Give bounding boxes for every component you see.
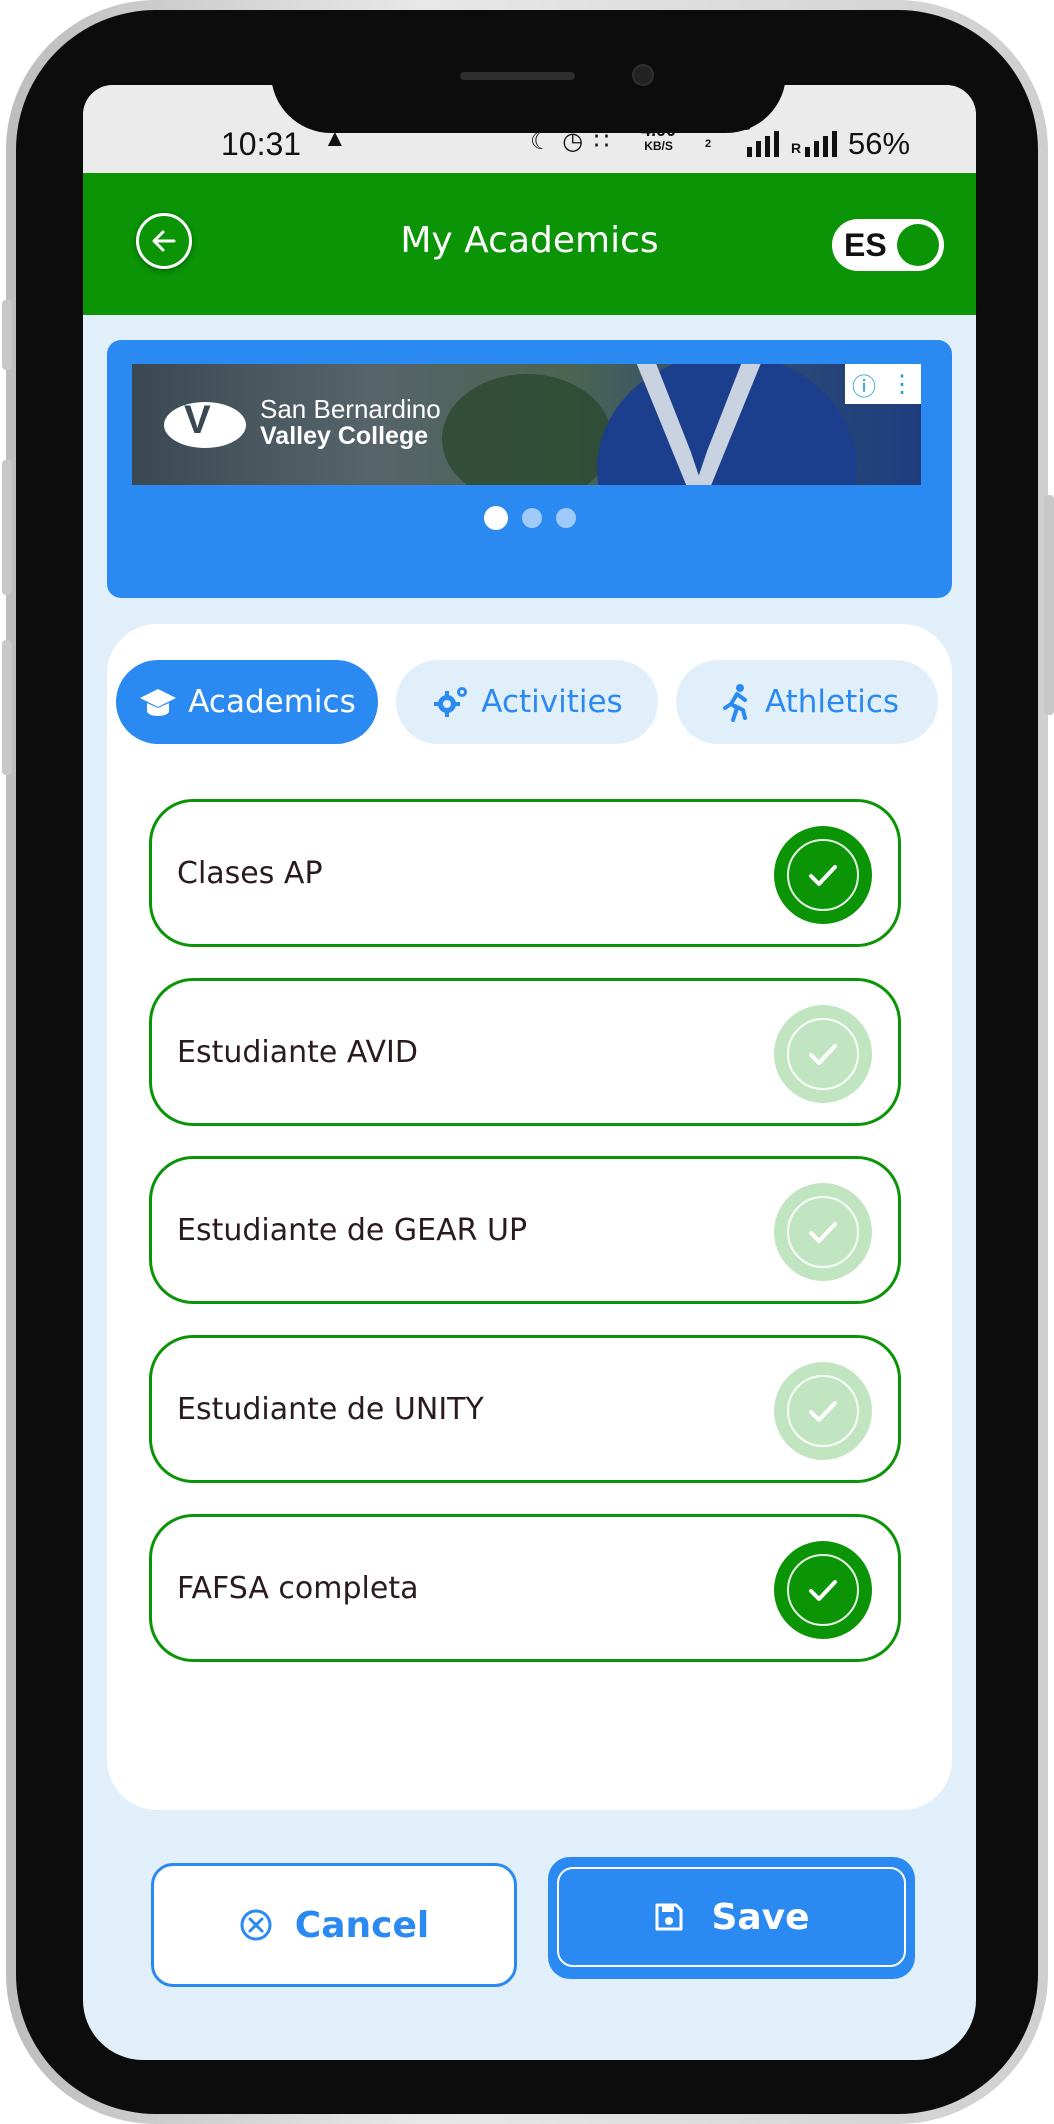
banner-photo-trees	[442, 374, 612, 485]
list-item-unity[interactable]: Estudiante de UNITY	[149, 1335, 901, 1483]
list-item-avid[interactable]: Estudiante AVID	[149, 978, 901, 1126]
check-icon	[787, 1375, 859, 1447]
tab-academics[interactable]: Academics	[116, 660, 378, 744]
academics-card: Academics Activities Athletics Clases AP…	[107, 624, 952, 1810]
phone-frame: 10:31 ▲ ☾ ◷ ∷ 4.00 KB/S VoLTE2 5G R 56%	[2, 0, 1054, 2124]
save-button-label: Save	[711, 1896, 810, 1938]
side-button	[2, 300, 12, 370]
list-item-ap-classes[interactable]: Clases AP	[149, 799, 901, 947]
check-icon	[787, 1196, 859, 1268]
info-icon[interactable]: ⓘ	[852, 367, 876, 402]
floppy-disk-icon	[655, 1903, 683, 1931]
front-camera	[632, 64, 654, 86]
college-name-line1: San Bernardino	[260, 394, 441, 424]
banner-ad-image[interactable]: V V San Bernardino Valley College ⓘ ⋮	[132, 364, 921, 485]
check-icon	[787, 1554, 859, 1626]
cancel-circle-icon	[240, 1909, 272, 1941]
notch	[271, 73, 786, 133]
running-person-icon	[722, 684, 747, 722]
college-logo-v: V	[184, 398, 211, 442]
list-item-gear-up[interactable]: Estudiante de GEAR UP	[149, 1156, 901, 1304]
tab-academics-label: Academics	[188, 684, 356, 720]
carousel-dot[interactable]	[521, 508, 542, 528]
carousel-indicators	[107, 506, 952, 530]
tab-activities[interactable]: Activities	[396, 660, 658, 744]
tab-activities-label: Activities	[481, 684, 623, 720]
side-button	[2, 460, 12, 595]
app-header: My Academics ES	[83, 173, 976, 315]
signal-strength-icon	[747, 131, 779, 157]
banner-carousel[interactable]: V V San Bernardino Valley College ⓘ ⋮	[107, 340, 952, 598]
carousel-dot[interactable]	[555, 508, 576, 528]
signal-strength-icon	[805, 131, 837, 157]
side-button	[2, 640, 12, 775]
cancel-button-label: Cancel	[294, 1904, 430, 1946]
language-toggle-label: ES	[844, 227, 887, 263]
toggle-knob	[897, 224, 939, 266]
list-item-label: Estudiante de UNITY	[177, 1392, 484, 1427]
checkmark-toggle[interactable]	[774, 826, 872, 924]
list-item-fafsa[interactable]: FAFSA completa	[149, 1514, 901, 1662]
list-item-label: Estudiante de GEAR UP	[177, 1213, 528, 1248]
check-icon	[787, 839, 859, 911]
side-button	[1044, 495, 1054, 715]
checkmark-toggle[interactable]	[774, 1362, 872, 1460]
carousel-dot[interactable]	[483, 506, 508, 530]
checkmark-toggle[interactable]	[774, 1541, 872, 1639]
banner-photo-v-sculpture: V	[632, 364, 766, 485]
roaming-indicator: R	[791, 140, 802, 156]
graduation-cap-icon	[140, 689, 177, 716]
more-vertical-icon[interactable]: ⋮	[890, 370, 914, 399]
tab-athletics[interactable]: Athletics	[676, 660, 938, 744]
language-toggle[interactable]: ES	[832, 219, 944, 271]
checkmark-toggle[interactable]	[774, 1183, 872, 1281]
status-time: 10:31	[221, 126, 302, 162]
cancel-button[interactable]: Cancel	[151, 1863, 517, 1987]
list-item-label: Clases AP	[177, 856, 323, 891]
save-button[interactable]: Save	[548, 1857, 915, 1979]
checkmark-toggle[interactable]	[774, 1005, 872, 1103]
speaker-grille	[460, 72, 575, 80]
ad-choices[interactable]: ⓘ ⋮	[845, 364, 921, 404]
gears-icon	[434, 687, 468, 717]
list-item-label: FAFSA completa	[177, 1571, 419, 1606]
app-screen: 10:31 ▲ ☾ ◷ ∷ 4.00 KB/S VoLTE2 5G R 56%	[83, 85, 976, 2060]
list-item-label: Estudiante AVID	[177, 1035, 418, 1070]
check-icon	[787, 1018, 859, 1090]
college-name-line2: Valley College	[260, 422, 429, 450]
battery-level: 56%	[848, 126, 911, 161]
save-button-inner[interactable]: Save	[557, 1867, 906, 1967]
tab-athletics-label: Athletics	[764, 684, 900, 720]
